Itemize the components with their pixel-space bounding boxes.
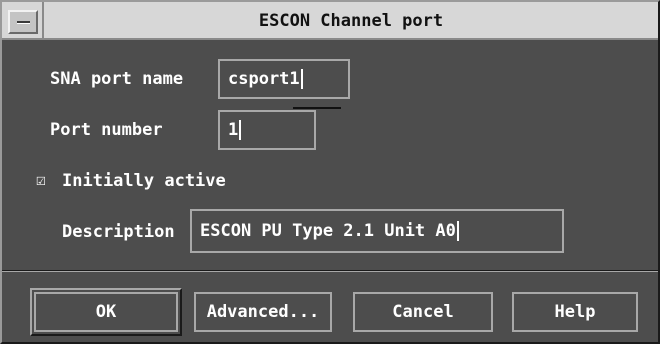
port-number-value: 1	[228, 120, 239, 140]
sna-port-name-field[interactable]: csport1	[218, 59, 350, 99]
button-bar: OK Advanced... Cancel Help	[2, 272, 658, 342]
ok-button[interactable]: OK	[34, 292, 178, 332]
sna-port-name-value: csport1	[228, 69, 300, 89]
description-label: Description	[62, 222, 175, 242]
window-title: ESCON Channel port	[42, 2, 658, 40]
description-value: ESCON PU Type 2.1 Unit A0	[200, 221, 456, 241]
dialog-body: SNA port name csport1 Port number 1 ☑ In…	[2, 42, 658, 272]
text-cursor	[239, 120, 242, 140]
description-field[interactable]: ESCON PU Type 2.1 Unit A0	[190, 209, 564, 253]
cancel-button[interactable]: Cancel	[353, 292, 493, 332]
help-button[interactable]: Help	[512, 292, 638, 332]
port-number-field[interactable]: 1	[218, 110, 316, 150]
text-cursor	[456, 221, 459, 241]
port-number-label: Port number	[50, 120, 163, 140]
window-menu-icon	[17, 21, 30, 24]
advanced-button[interactable]: Advanced...	[194, 292, 332, 332]
escon-channel-port-dialog: ESCON Channel port SNA port name csport1…	[0, 0, 660, 344]
window-menu-button[interactable]	[8, 10, 38, 34]
sna-port-name-label: SNA port name	[50, 69, 184, 89]
divider-mark	[293, 107, 341, 109]
initially-active-label[interactable]: Initially active	[62, 167, 226, 195]
title-bar[interactable]: ESCON Channel port	[2, 2, 658, 40]
text-cursor	[300, 69, 303, 89]
checkbox-icon[interactable]: ☑	[36, 172, 52, 188]
